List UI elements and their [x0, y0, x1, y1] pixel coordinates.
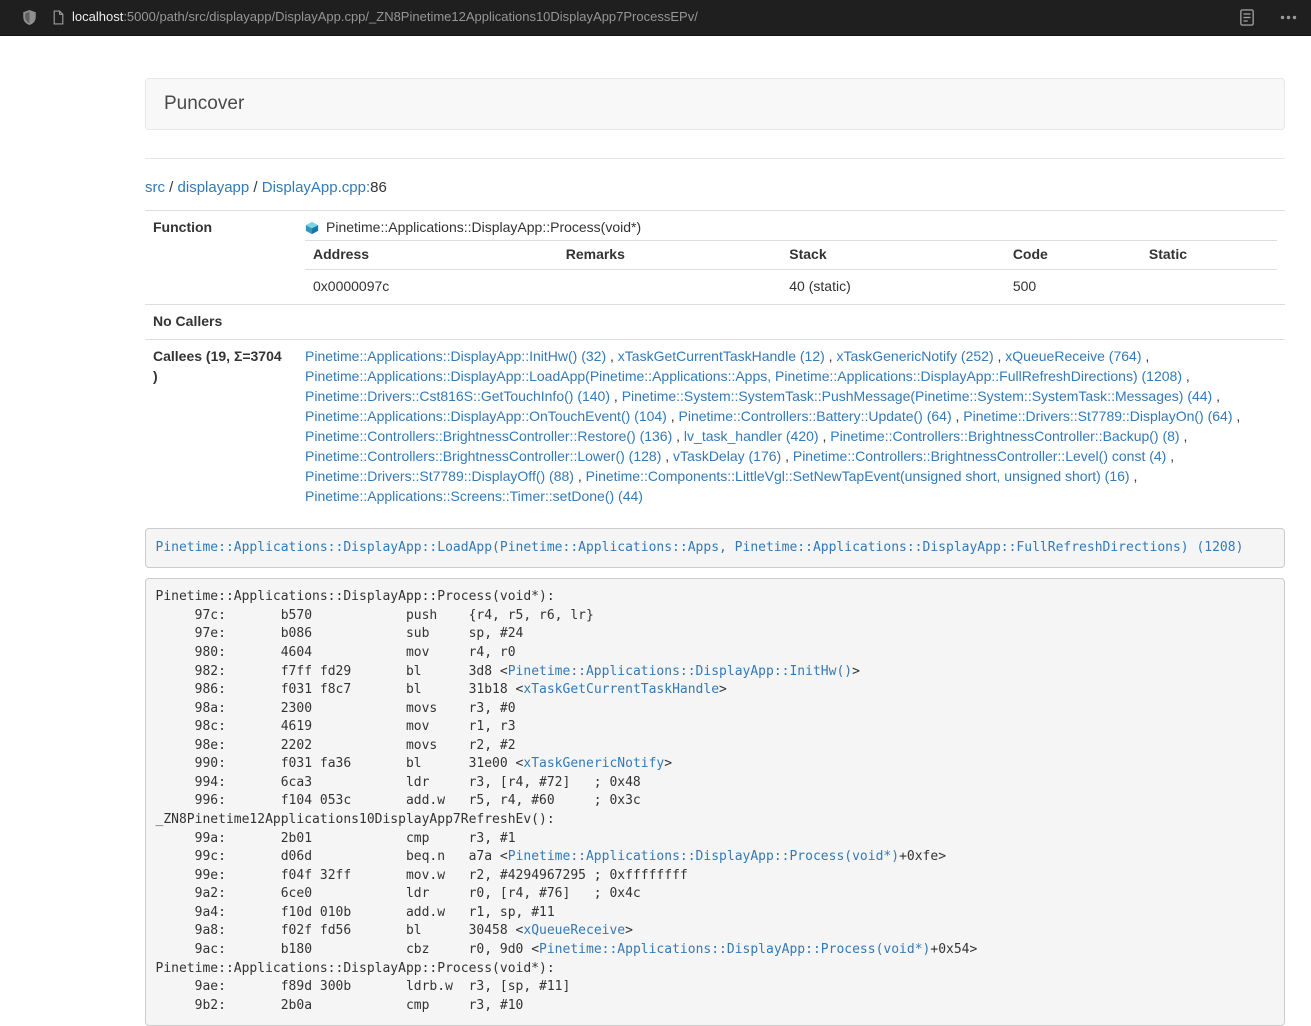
brand-link[interactable]: Puncover [146, 90, 244, 117]
no-callers-label: No Callers [145, 305, 297, 340]
menu-dots-icon[interactable] [1280, 15, 1297, 20]
symbol-detail-table: Address Remarks Stack Code Static 0x0000… [305, 240, 1277, 304]
callees-list: Pinetime::Applications::DisplayApp::Init… [297, 340, 1285, 514]
code-symbol-link[interactable]: Pinetime::Applications::DisplayApp::Proc… [508, 849, 899, 864]
column-header-stack: Stack [781, 241, 1005, 270]
callee-link[interactable]: xTaskGenericNotify (252) [836, 348, 993, 364]
no-callers-row: No Callers [145, 305, 1285, 340]
code-symbol-link[interactable]: xQueueReceive [523, 923, 625, 938]
callee-link[interactable]: Pinetime::Drivers::St7789::DisplayOff() … [305, 468, 574, 484]
callee-link[interactable]: Pinetime::Applications::Screens::Timer::… [305, 488, 643, 504]
callee-link[interactable]: Pinetime::Components::LittleVgl::SetNewT… [586, 468, 1130, 484]
page-container: Puncover src / displayapp / DisplayApp.c… [145, 78, 1285, 1026]
callee-link[interactable]: xTaskGetCurrentTaskHandle (12) [618, 348, 825, 364]
callees-row: Callees (19, Σ=3704 ) Pinetime::Applicat… [145, 340, 1285, 514]
code-symbol-link[interactable]: Pinetime::Applications::DisplayApp::Init… [508, 664, 852, 679]
callee-link[interactable]: Pinetime::Controllers::Battery::Update()… [679, 408, 952, 424]
callee-link[interactable]: Pinetime::Applications::DisplayApp::Init… [305, 348, 606, 364]
url-host: localhost [72, 9, 123, 24]
address-value: 0x0000097c [305, 270, 558, 304]
callee-link[interactable]: vTaskDelay (176) [673, 448, 781, 464]
callee-link[interactable]: Pinetime::Applications::DisplayApp::OnTo… [305, 408, 667, 424]
shield-icon[interactable] [22, 9, 37, 26]
callees-label: Callees (19, Σ=3704 ) [145, 340, 297, 514]
callee-link[interactable]: Pinetime::Controllers::BrightnessControl… [305, 448, 661, 464]
navbar: Puncover [145, 78, 1285, 130]
stack-value: 40 (static) [781, 270, 1005, 304]
callee-link[interactable]: Pinetime::Controllers::BrightnessControl… [793, 448, 1166, 464]
breadcrumb-line-number: 86 [370, 179, 387, 196]
remarks-value [558, 270, 782, 304]
no-callers-value [297, 305, 1285, 340]
breadcrumb-link-src[interactable]: src [145, 179, 165, 196]
disassembly-listing: Pinetime::Applications::DisplayApp::Proc… [145, 578, 1285, 1026]
breadcrumb-link-displayapp[interactable]: displayapp [178, 179, 250, 196]
breadcrumb-separator: / [249, 179, 262, 196]
function-row: Function Pinetime::Applications::Display… [145, 211, 1285, 305]
breadcrumb-link-file[interactable]: DisplayApp.cpp: [262, 179, 370, 196]
detail-value-row: 0x0000097c 40 (static) 500 [305, 270, 1277, 304]
function-icon [305, 221, 319, 235]
detail-header-row: Address Remarks Stack Code Static [305, 241, 1277, 270]
function-row-label: Function [145, 211, 297, 305]
column-header-static: Static [1141, 241, 1277, 270]
code-size-value: 500 [1005, 270, 1141, 304]
symbol-table: Function Pinetime::Applications::Display… [145, 210, 1285, 514]
callee-link[interactable]: Pinetime::Controllers::BrightnessControl… [305, 428, 672, 444]
selected-callee-link[interactable]: Pinetime::Applications::DisplayApp::Load… [156, 540, 1244, 555]
callee-link[interactable]: lv_task_handler (420) [684, 428, 819, 444]
code-symbol-link[interactable]: Pinetime::Applications::DisplayApp::Proc… [539, 942, 930, 957]
code-symbol-link[interactable]: xTaskGenericNotify [523, 756, 664, 771]
column-header-code: Code [1005, 241, 1141, 270]
column-header-remarks: Remarks [558, 241, 782, 270]
callee-link[interactable]: Pinetime::Applications::DisplayApp::Load… [305, 368, 1182, 384]
callee-link[interactable]: Pinetime::System::SystemTask::PushMessag… [622, 388, 1213, 404]
page-icon [52, 10, 65, 25]
address-bar[interactable]: localhost:5000/path/src/displayapp/Displ… [72, 8, 1240, 27]
browser-chrome: localhost:5000/path/src/displayapp/Displ… [0, 0, 1311, 36]
reader-view-icon[interactable] [1240, 9, 1254, 26]
divider [145, 158, 1285, 159]
url-path: :5000/path/src/displayapp/DisplayApp.cpp… [123, 9, 698, 24]
breadcrumb-separator: / [165, 179, 178, 196]
function-name: Pinetime::Applications::DisplayApp::Proc… [326, 218, 641, 238]
code-symbol-link[interactable]: xTaskGetCurrentTaskHandle [523, 682, 719, 697]
breadcrumb: src / displayapp / DisplayApp.cpp:86 [145, 177, 1285, 198]
callee-link[interactable]: Pinetime::Controllers::BrightnessControl… [830, 428, 1179, 444]
callee-link[interactable]: Pinetime::Drivers::St7789::DisplayOn() (… [963, 408, 1232, 424]
callee-link[interactable]: xQueueReceive (764) [1005, 348, 1141, 364]
static-value [1141, 270, 1277, 304]
callee-link[interactable]: Pinetime::Drivers::Cst816S::GetTouchInfo… [305, 388, 610, 404]
selected-callee-box: Pinetime::Applications::DisplayApp::Load… [145, 528, 1285, 568]
column-header-address: Address [305, 241, 558, 270]
